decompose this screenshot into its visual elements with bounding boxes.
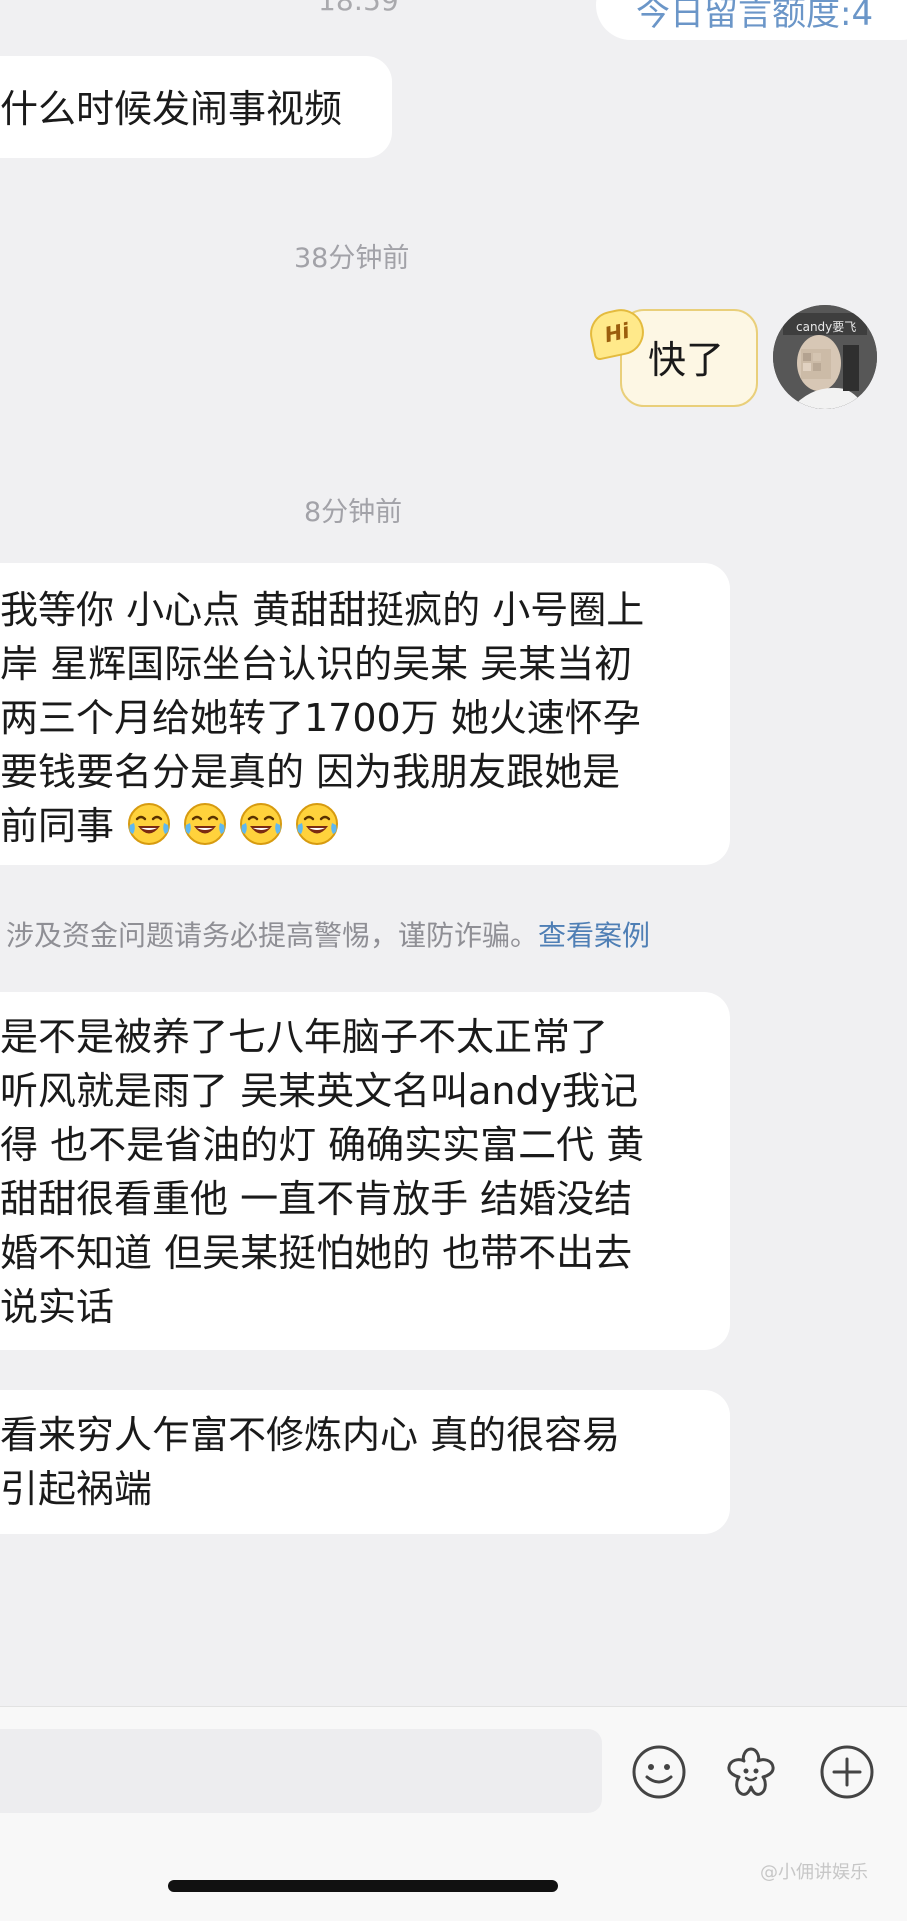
message-line: 引起祸端: [0, 1467, 153, 1511]
message-line: 岸 星辉国际坐台认识的吴某 吴某当初: [0, 642, 633, 686]
plus-icon: [820, 1745, 874, 1799]
sticker-button[interactable]: [722, 1743, 780, 1805]
top-timestamp: 18:59: [318, 0, 399, 17]
tears-of-joy-emoji-icon: [128, 803, 171, 845]
message-text: 我等你 小心点 黄甜甜挺疯的 小号圈上 岸 星辉国际坐台认识的吴某 吴某当初 两…: [0, 583, 644, 853]
tears-of-joy-emoji-icon: [296, 803, 339, 845]
message-line: 是不是被养了七八年脑子不太正常了: [0, 1015, 609, 1059]
message-line-last: 前同事: [0, 799, 644, 853]
message-line: 要钱要名分是真的 因为我朋友跟她是: [0, 750, 621, 794]
view-cases-link[interactable]: 查看案例: [538, 919, 650, 952]
message-text: 看来穷人乍富不修炼内心 真的很容易 引起祸端: [0, 1408, 620, 1516]
message-line: 听风就是雨了 吴某英文名叫andy我记: [0, 1069, 639, 1113]
tears-of-joy-emoji-icon: [240, 803, 283, 845]
smiley-icon: [632, 1745, 686, 1799]
watermark: @小佣讲娱乐: [760, 1862, 868, 1883]
emoji-button[interactable]: [630, 1743, 688, 1805]
timestamp: 8分钟前: [304, 497, 403, 528]
message-line: 两三个月给她转了1700万 她火速怀孕: [0, 696, 641, 740]
message-line: 得 也不是省油的灯 确确实实富二代 黄: [0, 1123, 645, 1167]
message-line: 我等你 小心点 黄甜甜挺疯的 小号圈上: [0, 588, 645, 632]
message-line: 看来穷人乍富不修炼内心 真的很容易: [0, 1413, 621, 1457]
more-button[interactable]: [818, 1743, 876, 1805]
quota-text: 今日留言额度:4: [636, 0, 874, 34]
timestamp: 38分钟前: [294, 243, 410, 274]
home-indicator: [168, 1880, 558, 1892]
message-input[interactable]: [0, 1729, 602, 1813]
hi-badge-text: Hi: [602, 318, 632, 348]
message-line-text: 前同事: [0, 804, 115, 848]
message-line: 婚不知道 但吴某挺怕她的 也带不出去: [0, 1231, 633, 1275]
tears-of-joy-emoji-icon: [184, 803, 227, 845]
avatar-caption: candy要飞: [796, 320, 857, 334]
message-line: 说实话: [0, 1285, 115, 1329]
emoji-row: [126, 803, 350, 848]
message-text: 是不是被养了七八年脑子不太正常了 听风就是雨了 吴某英文名叫andy我记 得 也…: [0, 1010, 644, 1334]
fraud-warning: 涉及资金问题请务必提高警惕，谨防诈骗。查看案例: [6, 914, 650, 954]
flower-icon: [727, 1747, 775, 1796]
message-line: 甜甜很看重他 一直不肯放手 结婚没结: [0, 1177, 633, 1221]
message-text: 什么时候发闹事视频: [0, 87, 343, 131]
fraud-warning-text: 涉及资金问题请务必提高警惕，谨防诈骗。: [6, 919, 539, 952]
message-text-outgoing: 快了: [648, 338, 725, 382]
